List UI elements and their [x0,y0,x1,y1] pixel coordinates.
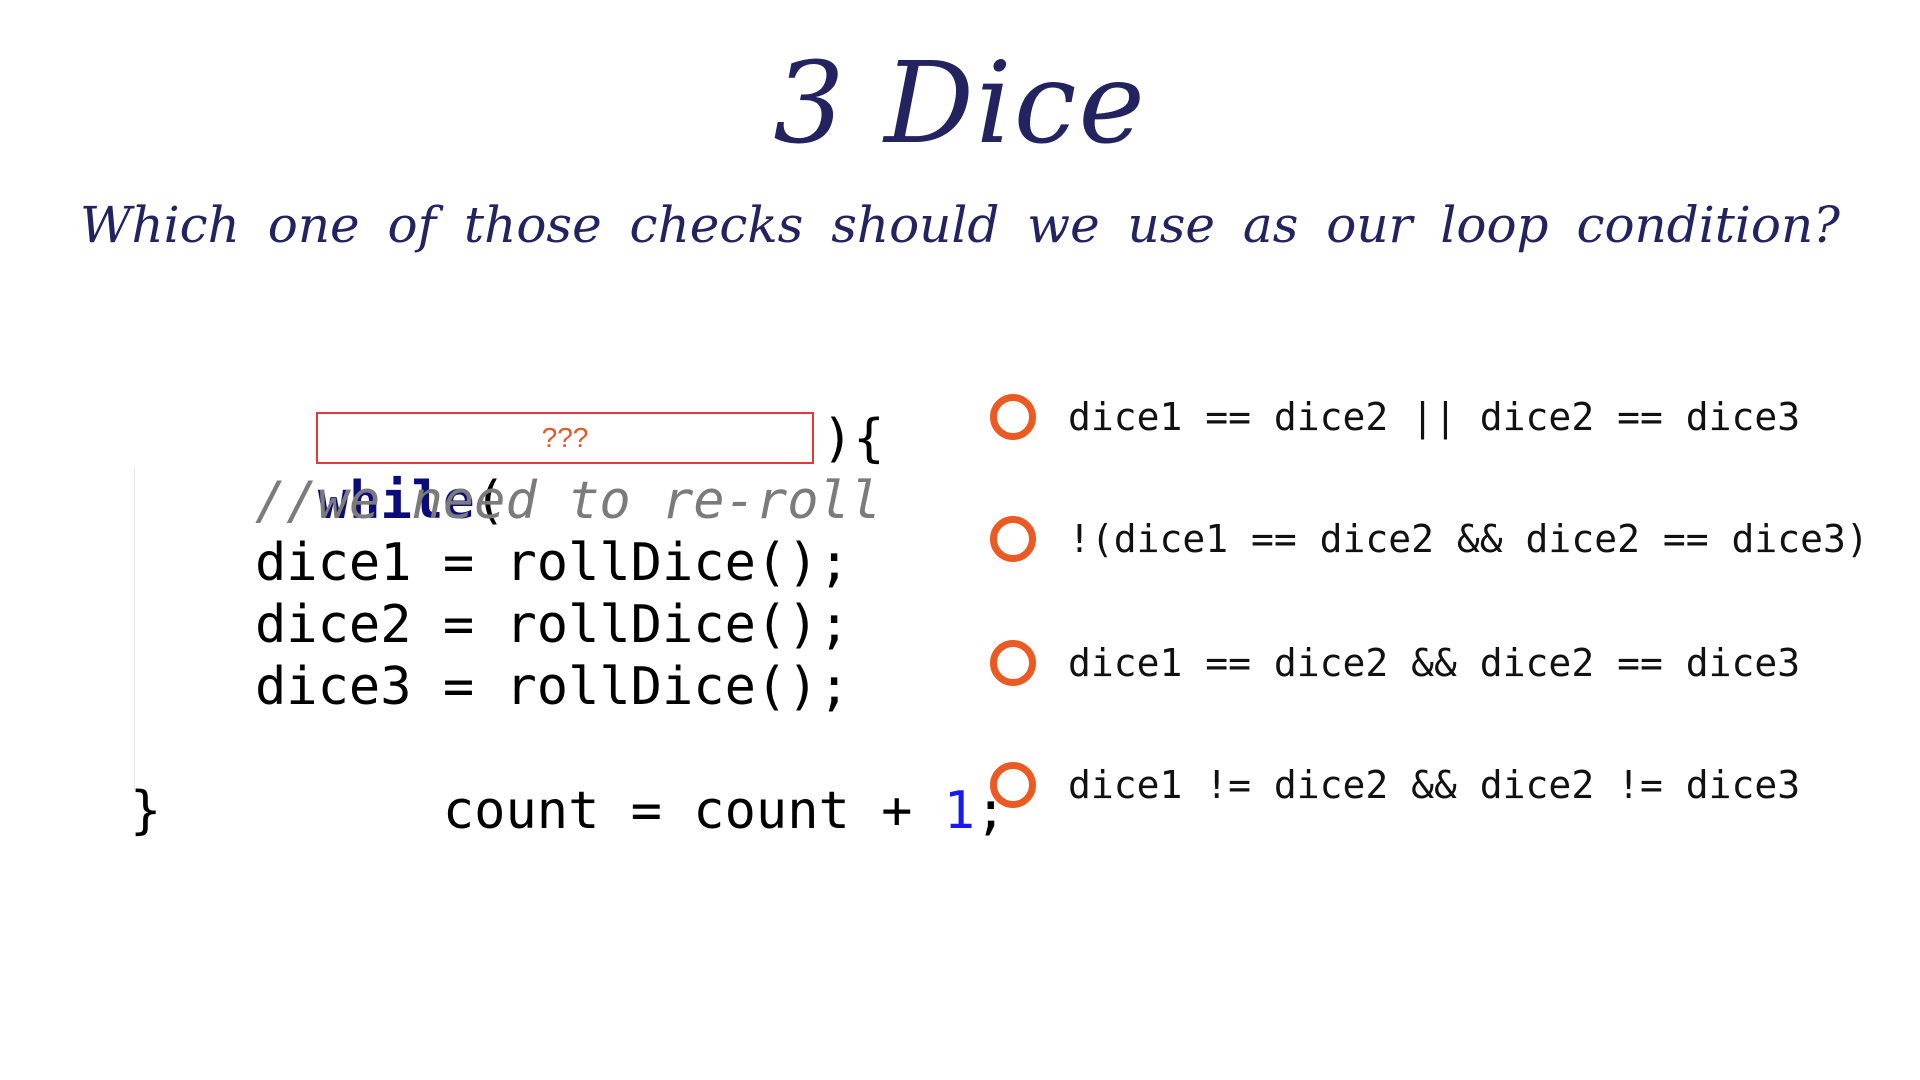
radio-button-unselected-icon[interactable] [990,394,1036,440]
option-2[interactable]: !(dice1 == dice2 && dice2 == dice3) [990,504,1869,574]
radio-button-unselected-icon[interactable] [990,762,1036,808]
option-3-text: dice1 == dice2 && dice2 == dice3 [1068,641,1801,685]
code-line-count: count = count + 1; [255,718,1007,841]
option-3[interactable]: dice1 == dice2 && dice2 == dice3 [990,628,1800,698]
radio-button-unselected-icon[interactable] [990,516,1036,562]
code-line-dice2: dice2 = rollDice(); [255,595,850,655]
code-line-dice3: dice3 = rollDice(); [255,657,850,717]
question-text: Which one of those checks should we use … [80,196,1840,254]
code-close-paren-brace: ){ [822,409,885,469]
radio-button-unselected-icon[interactable] [990,640,1036,686]
condition-blank: ??? [316,412,814,464]
slide: 3 Dice Which one of those checks should … [0,0,1920,1080]
option-4-text: dice1 != dice2 && dice2 != dice3 [1068,763,1801,807]
code-comment: //we need to re-roll [255,471,882,531]
option-4[interactable]: dice1 != dice2 && dice2 != dice3 [990,750,1800,820]
code-line-dice1: dice1 = rollDice(); [255,533,850,593]
code-closing-brace: } [130,781,162,841]
option-1[interactable]: dice1 == dice2 || dice2 == dice3 [990,382,1800,452]
slide-title: 3 Dice [773,39,1147,169]
option-1-text: dice1 == dice2 || dice2 == dice3 [1068,395,1801,439]
count-prefix: count = count + [442,781,944,841]
count-number: 1 [943,781,976,841]
option-2-text: !(dice1 == dice2 && dice2 == dice3) [1068,517,1869,561]
